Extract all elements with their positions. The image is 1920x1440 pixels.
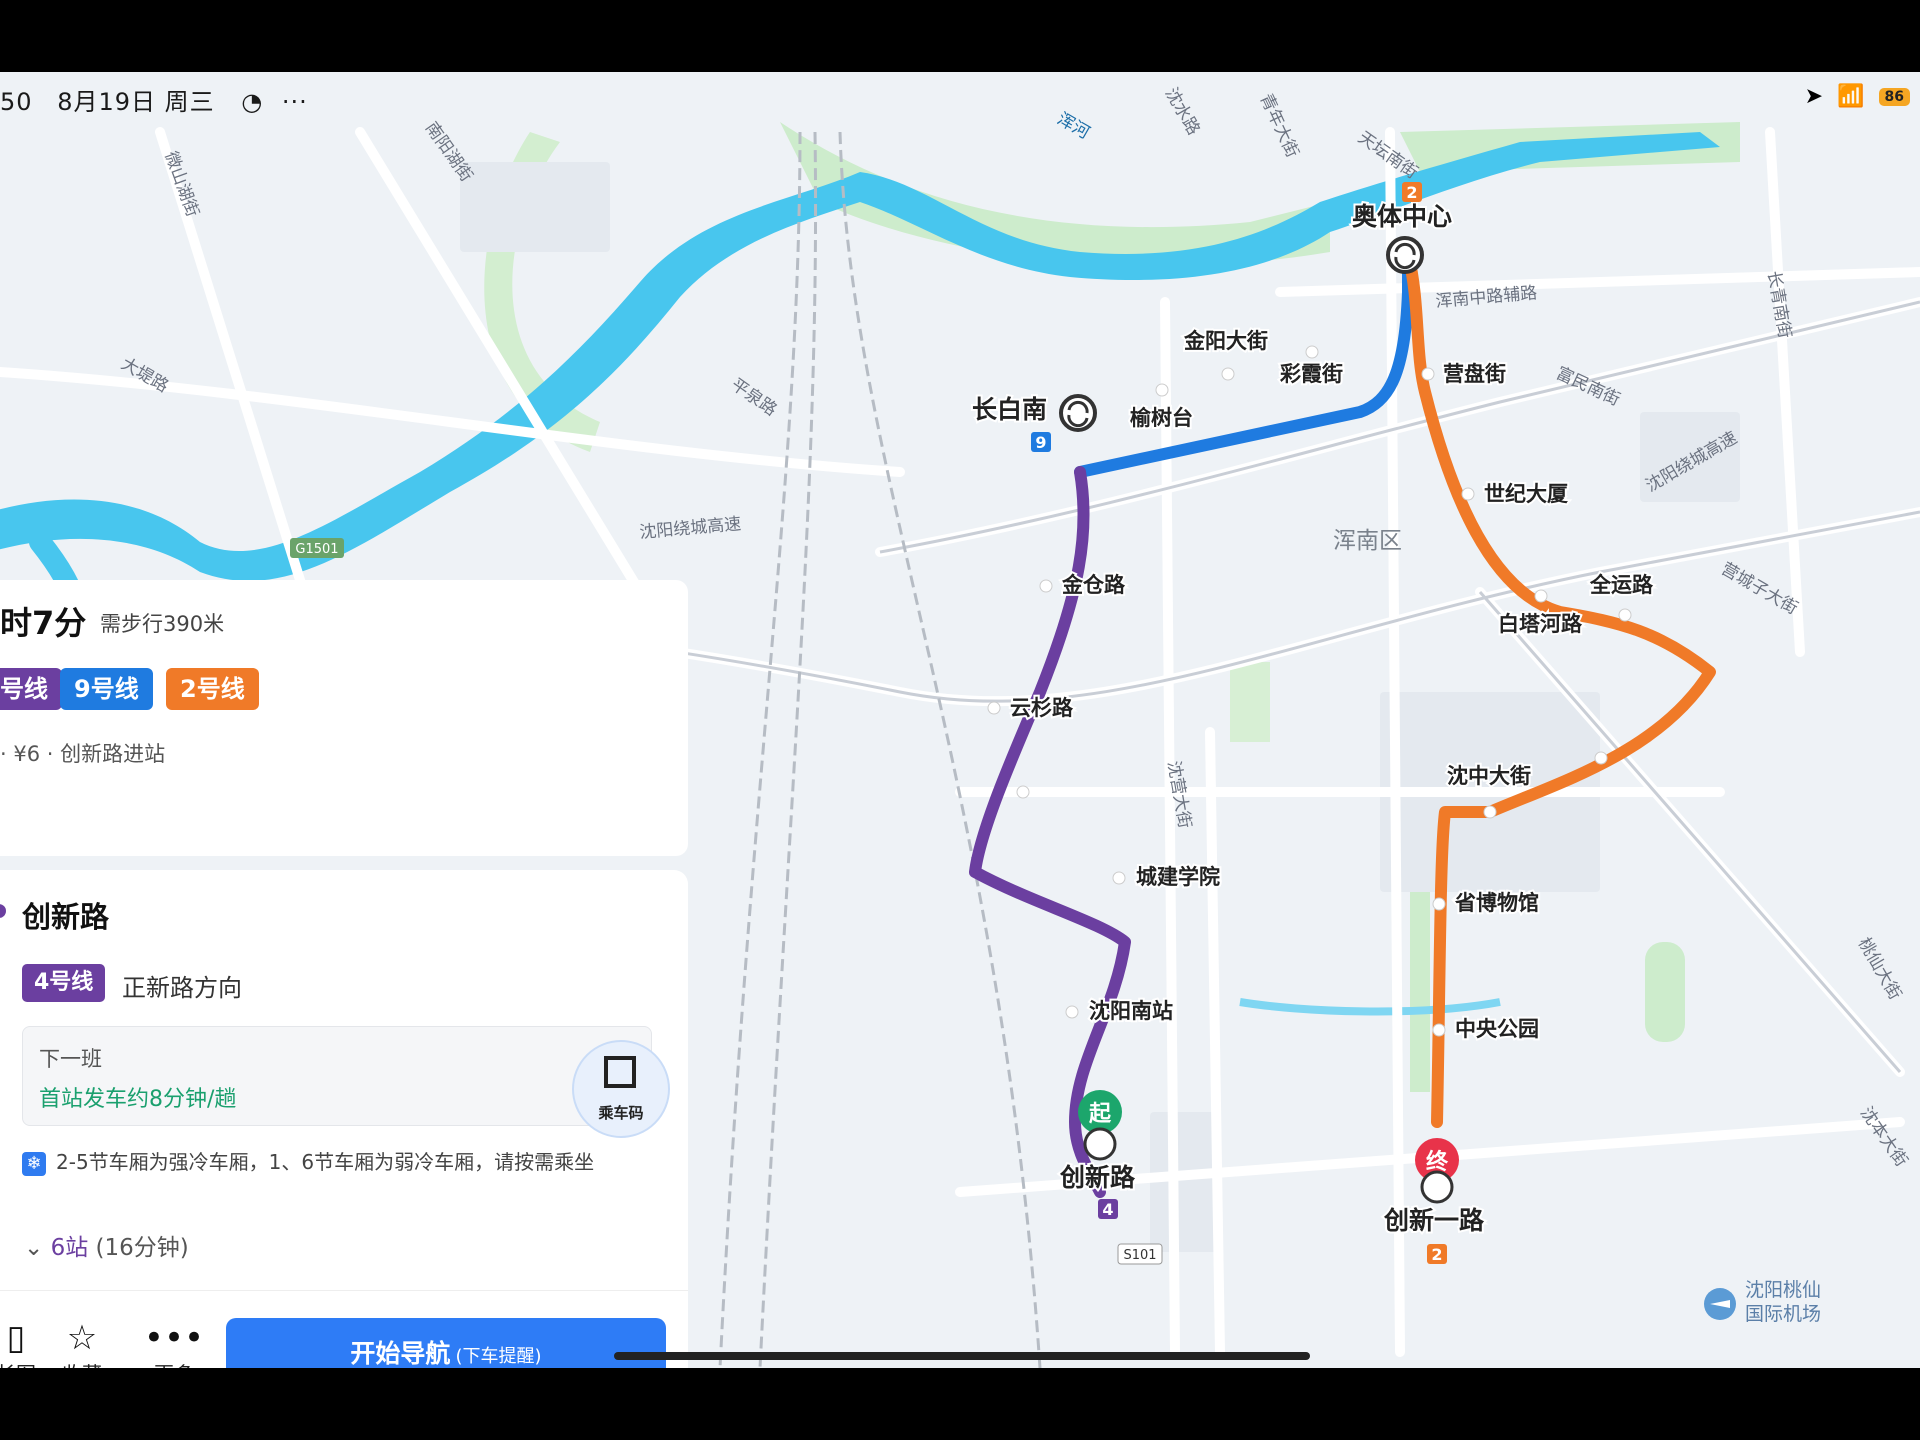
- station-chuangxinyi: 创新一路: [1383, 1206, 1485, 1235]
- more-label: 更多: [154, 1362, 194, 1368]
- station-jinyang: 金阳大街: [1183, 329, 1268, 353]
- stops-time: (16分钟): [95, 1235, 189, 1261]
- district-label: 浑南区: [1333, 528, 1402, 554]
- star-icon: ☆: [66, 1318, 98, 1358]
- station-yingpanjie: 营盘街: [1443, 362, 1506, 386]
- station-shenzhong: 沈中大街: [1447, 764, 1531, 788]
- direction: 正新路方向: [122, 974, 242, 1002]
- ride-code-label: 乘车码: [598, 1104, 644, 1122]
- svg-text:国际机场: 国际机场: [1745, 1303, 1821, 1325]
- station-changbainan: 长白南: [972, 395, 1047, 424]
- line-chip-2: 2号线: [166, 668, 259, 710]
- station-chengjian: 城建学院: [1136, 865, 1220, 889]
- stops-count: 6站: [50, 1235, 89, 1261]
- start-marker: 起: [1078, 1090, 1122, 1161]
- station-jincang: 金仓路: [1061, 573, 1126, 597]
- station-caixia: 彩霞街: [1279, 362, 1343, 386]
- route-detail: 创新路 4号线 正新路方向 下一班 首站发车约8分钟/趟 乘车码 ❄ 2-5节车厢…: [0, 870, 688, 1368]
- svg-text:2: 2: [1431, 1245, 1442, 1264]
- station-dot: [0, 904, 6, 918]
- station-aoti: 奥体中心: [1352, 202, 1452, 231]
- station-shiji: 世纪大厦: [1484, 482, 1568, 506]
- more-icon: •••: [143, 1318, 205, 1358]
- start-station: 创新路: [22, 900, 110, 934]
- route-summary[interactable]: 时7分 需步行390米 号线 9号线 2号线 · ¥6 · 创新路进站: [0, 580, 688, 856]
- svg-text:9: 9: [1035, 433, 1046, 452]
- snowflake-icon: ❄: [22, 1151, 46, 1176]
- start-navigation-sublabel: (下车提醒): [455, 1346, 542, 1367]
- end-marker: 终: [1415, 1138, 1459, 1204]
- svg-text:S101: S101: [1123, 1248, 1156, 1263]
- svg-text:起: 起: [1088, 1102, 1112, 1127]
- station-zhongyang: 中央公园: [1455, 1017, 1539, 1041]
- duration: 时7分: [0, 604, 87, 642]
- chevron-down-icon: ⌄: [24, 1235, 51, 1261]
- favorite-label: 收藏: [62, 1362, 102, 1368]
- station-chuangxin: 创新路: [1059, 1163, 1136, 1192]
- station-quanyun: 全运路: [1589, 573, 1654, 597]
- svg-text:4: 4: [1102, 1200, 1113, 1219]
- station-yunshan: 云杉路: [1010, 696, 1074, 720]
- start-navigation-button[interactable]: 开始导航 (下车提醒): [226, 1318, 666, 1368]
- fare-info: · ¥6 · 创新路进站: [0, 742, 166, 766]
- favorite-button[interactable]: ☆ 收藏: [42, 1318, 122, 1368]
- divider: [0, 1290, 688, 1291]
- home-indicator[interactable]: [614, 1352, 1310, 1360]
- svg-text:2: 2: [1406, 183, 1417, 202]
- line-chip: 4号线: [22, 964, 106, 1002]
- start-navigation-label: 开始导航: [350, 1339, 451, 1368]
- notice: ❄ 2-5节车厢为强冷车厢，1、6节车厢为弱冷车厢，请按需乘坐: [22, 1146, 594, 1176]
- notice-text: 2-5节车厢为强冷车厢，1、6节车厢为弱冷车厢，请按需乘坐: [56, 1150, 595, 1174]
- line-chip-9: 9号线: [60, 668, 153, 710]
- qr-code-icon: [604, 1056, 636, 1088]
- station-shenyangnan: 沈阳南站: [1089, 999, 1173, 1023]
- stops-toggle[interactable]: ⌄ 6站 (16分钟): [24, 1228, 189, 1262]
- station-shengbowu: 省博物馆: [1454, 891, 1539, 915]
- walk-distance: 需步行390米: [100, 612, 225, 636]
- next-train-label: 下一班: [39, 1047, 102, 1071]
- station-baitahe: 白塔河路: [1498, 612, 1583, 636]
- long-image-label: 长图: [0, 1362, 36, 1368]
- svg-text:沈阳桃仙: 沈阳桃仙: [1745, 1279, 1821, 1301]
- next-train-value: 首站发车约8分钟/趟: [39, 1087, 237, 1112]
- more-button[interactable]: ••• 更多: [134, 1318, 214, 1368]
- svg-text:G1501: G1501: [295, 542, 338, 557]
- ride-code-button[interactable]: 乘车码: [572, 1040, 670, 1138]
- line-chip-4: 号线: [0, 668, 62, 710]
- station-yushutai: 榆树台: [1130, 406, 1193, 430]
- screen: 起 终 奥体中心 长白南 营盘街 世纪大厦 金阳大街 彩霞街 榆树台 全运路 白…: [0, 72, 1920, 1368]
- next-train-box: 下一班 首站发车约8分钟/趟: [22, 1026, 652, 1126]
